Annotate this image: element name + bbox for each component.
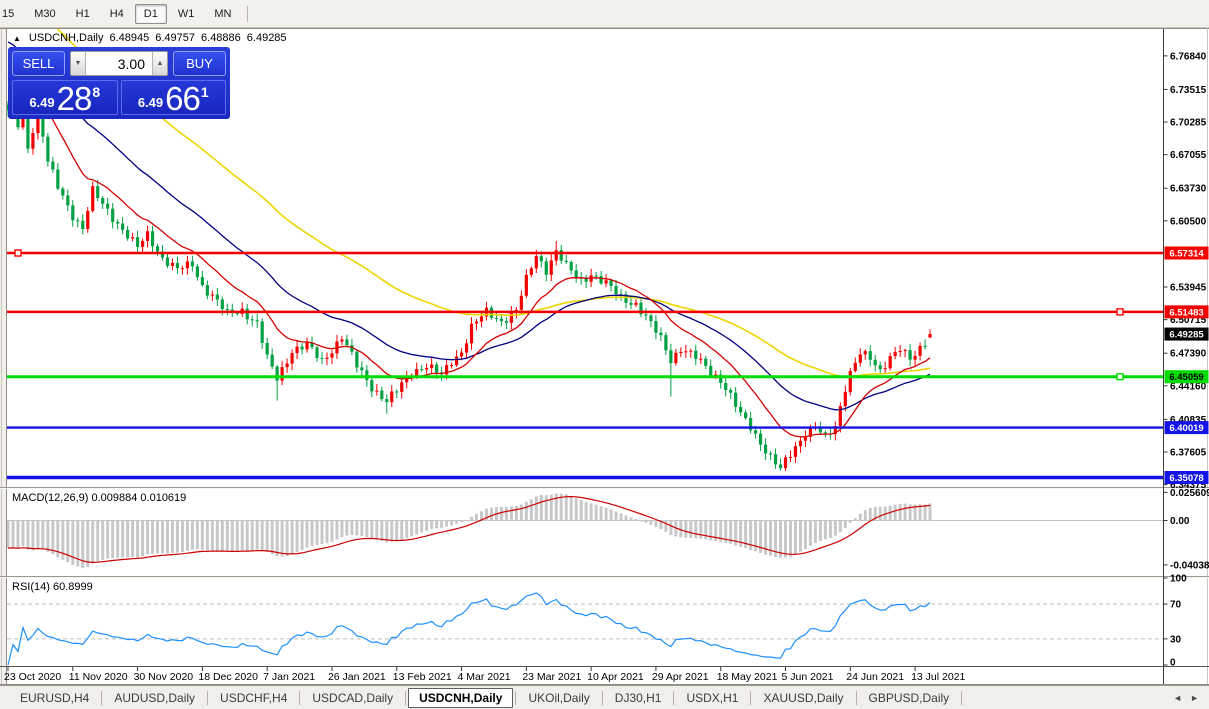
svg-text:6.60500: 6.60500 (1170, 216, 1207, 227)
timeframe-buttons: 15M30H1H4D1W1MN (0, 4, 241, 24)
rsi-indicator-label: RSI(14) 60.8999 (12, 581, 93, 593)
level-drag-handle[interactable] (15, 250, 21, 256)
svg-text:100: 100 (1170, 574, 1187, 585)
close-value: 6.49285 (247, 32, 287, 44)
ohlc-header: ▲ USDCNH,Daily 6.48945 6.49757 6.48886 6… (13, 32, 287, 44)
level-drag-handle[interactable] (1117, 309, 1123, 315)
svg-text:24 Jun 2021: 24 Jun 2021 (846, 671, 904, 683)
buy-price-small: 6.49 (138, 95, 163, 110)
symbol-period-label: USDCNH,Daily (29, 32, 104, 44)
tab-separator (602, 691, 603, 705)
tab-separator (101, 691, 102, 705)
timeframe-toolbar: 15M30H1H4D1W1MN (0, 0, 1209, 28)
volume-increase-icon[interactable]: ▲ (152, 52, 167, 75)
svg-text:13 Jul 2021: 13 Jul 2021 (911, 671, 965, 683)
tab-usdx-h1[interactable]: USDX,H1 (676, 688, 748, 708)
tab-scroll-left-icon[interactable]: ◄ (1173, 693, 1182, 703)
volume-input[interactable]: 3.00 (86, 52, 152, 75)
toolbar-divider (247, 6, 248, 22)
buy-price-big: 66 (165, 85, 200, 113)
tab-separator (673, 691, 674, 705)
svg-text:30: 30 (1170, 634, 1182, 645)
svg-text:30 Nov 2020: 30 Nov 2020 (134, 671, 194, 683)
svg-text:0.00: 0.00 (1170, 516, 1190, 527)
svg-text:6.57314: 6.57314 (1169, 249, 1204, 260)
svg-text:6.53945: 6.53945 (1170, 283, 1207, 294)
svg-text:70: 70 (1170, 600, 1182, 611)
svg-text:6.37605: 6.37605 (1170, 447, 1207, 458)
tab-separator (961, 691, 962, 705)
svg-text:6.63730: 6.63730 (1170, 184, 1207, 195)
one-click-trading-panel: SELL ▼ 3.00 ▲ BUY 6.49 28 8 6.49 66 1 (8, 47, 230, 119)
timeframe-button-mn[interactable]: MN (205, 4, 240, 24)
sell-price-big: 28 (57, 85, 92, 113)
svg-text:6.47390: 6.47390 (1170, 349, 1207, 360)
svg-text:18 May 2021: 18 May 2021 (717, 671, 778, 683)
tab-eurusd-h4[interactable]: EURUSD,H4 (10, 688, 99, 708)
svg-text:4 Mar 2021: 4 Mar 2021 (458, 671, 511, 683)
svg-text:6.35078: 6.35078 (1169, 473, 1203, 484)
svg-text:6.40019: 6.40019 (1169, 423, 1203, 434)
svg-text:6.70285: 6.70285 (1170, 118, 1207, 129)
svg-text:10 Apr 2021: 10 Apr 2021 (587, 671, 644, 683)
svg-text:-0.040380: -0.040380 (1170, 560, 1209, 571)
open-value: 6.48945 (109, 32, 149, 44)
svg-text:6.45059: 6.45059 (1169, 372, 1203, 383)
tab-usdcnh-daily[interactable]: USDCNH,Daily (408, 688, 513, 708)
svg-text:13 Feb 2021: 13 Feb 2021 (393, 671, 452, 683)
timeframe-button-d1[interactable]: D1 (135, 4, 167, 24)
tab-separator (856, 691, 857, 705)
svg-text:0.025609: 0.025609 (1170, 488, 1209, 499)
timeframe-button-w1[interactable]: W1 (169, 4, 204, 24)
level-drag-handle[interactable] (1117, 374, 1123, 380)
svg-text:23 Oct 2020: 23 Oct 2020 (4, 671, 61, 683)
sell-price-small: 6.49 (29, 95, 54, 110)
tab-usdchf-h4[interactable]: USDCHF,H4 (210, 688, 297, 708)
buy-button[interactable]: BUY (173, 51, 226, 76)
timeframe-button-m30[interactable]: M30 (25, 4, 64, 24)
macd-indicator-label: MACD(12,26,9) 0.009884 0.010619 (12, 492, 186, 504)
svg-text:6.67055: 6.67055 (1170, 150, 1207, 161)
svg-text:18 Dec 2020: 18 Dec 2020 (198, 671, 258, 683)
svg-text:29 Apr 2021: 29 Apr 2021 (652, 671, 709, 683)
buy-price-sup: 1 (201, 84, 209, 100)
svg-text:11 Nov 2020: 11 Nov 2020 (69, 671, 128, 683)
tab-gbpusd-daily[interactable]: GBPUSD,Daily (859, 688, 960, 708)
tab-scroll-right-icon[interactable]: ► (1190, 693, 1199, 703)
timeframe-button-h4[interactable]: H4 (101, 4, 133, 24)
tab-ukoil-daily[interactable]: UKOil,Daily (518, 688, 599, 708)
svg-text:23 Mar 2021: 23 Mar 2021 (522, 671, 581, 683)
low-value: 6.48886 (201, 32, 241, 44)
svg-text:6.76840: 6.76840 (1170, 51, 1207, 62)
volume-stepper: ▼ 3.00 ▲ (70, 51, 168, 76)
tab-separator (405, 691, 406, 705)
timeframe-button-h1[interactable]: H1 (67, 4, 99, 24)
symbol-tabbar: EURUSD,H4AUDUSD,DailyUSDCHF,H4USDCAD,Dai… (0, 685, 1209, 709)
tab-navigation: ◄ ► (1173, 693, 1209, 703)
high-value: 6.49757 (155, 32, 195, 44)
tab-separator (750, 691, 751, 705)
tab-xauusd-daily[interactable]: XAUUSD,Daily (753, 688, 853, 708)
mt4-terminal: 6.76840 6.73515 6.70285 6.67055 6.63730 6.605… (0, 0, 1209, 709)
svg-text:6.49285: 6.49285 (1169, 330, 1204, 341)
sell-price-sup: 8 (92, 84, 100, 100)
tab-dj30-h1[interactable]: DJ30,H1 (605, 688, 672, 708)
volume-decrease-icon[interactable]: ▼ (71, 52, 86, 75)
timeframe-button-15[interactable]: 15 (0, 4, 23, 24)
tab-separator (299, 691, 300, 705)
svg-text:6.73515: 6.73515 (1170, 85, 1207, 96)
svg-text:6.51483: 6.51483 (1169, 307, 1203, 318)
tab-separator (207, 691, 208, 705)
tab-separator (515, 691, 516, 705)
tab-audusd-daily[interactable]: AUDUSD,Daily (104, 688, 205, 708)
svg-text:26 Jan 2021: 26 Jan 2021 (328, 671, 386, 683)
symbol-tabs: EURUSD,H4AUDUSD,DailyUSDCHF,H4USDCAD,Dai… (10, 688, 964, 708)
tab-usdcad-daily[interactable]: USDCAD,Daily (302, 688, 403, 708)
svg-text:5 Jun 2021: 5 Jun 2021 (782, 671, 834, 683)
sell-price-display[interactable]: 6.49 28 8 (12, 80, 118, 115)
collapse-panel-icon[interactable]: ▲ (13, 34, 21, 43)
sell-button[interactable]: SELL (12, 51, 65, 76)
buy-price-display[interactable]: 6.49 66 1 (121, 80, 227, 115)
svg-text:7 Jan 2021: 7 Jan 2021 (263, 671, 315, 683)
